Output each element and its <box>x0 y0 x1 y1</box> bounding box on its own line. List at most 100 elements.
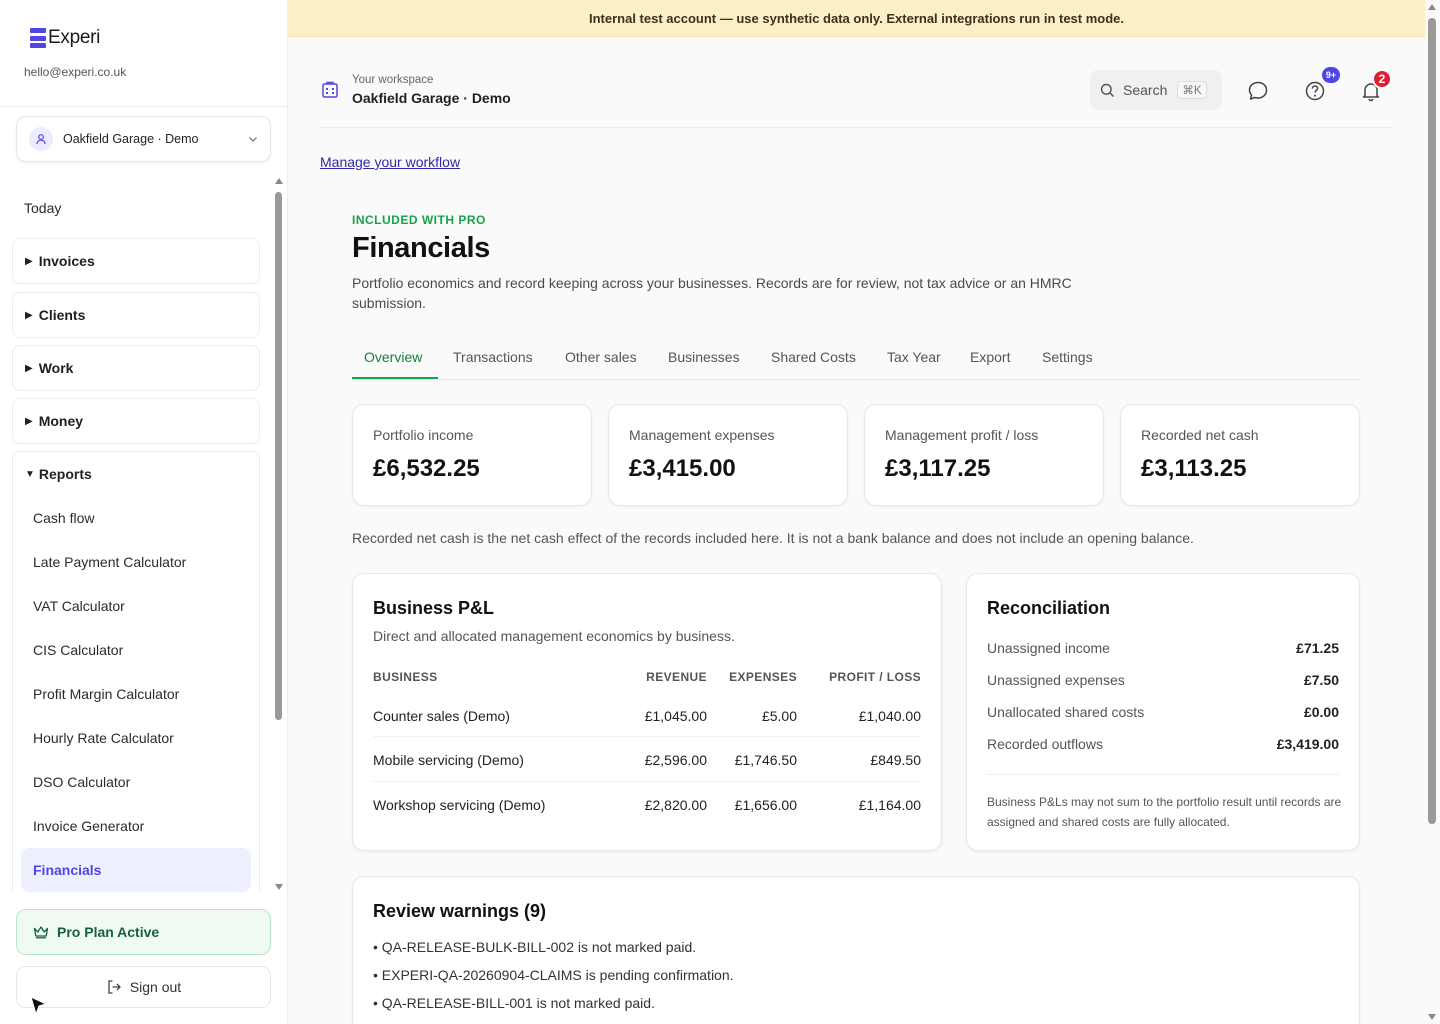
scroll-down-arrow-icon[interactable] <box>275 884 283 890</box>
page-title: Financials <box>352 232 490 264</box>
sidebar-divider <box>0 106 287 107</box>
triangle-right-icon: ▶ <box>25 362 33 374</box>
reconciliation-label: Recorded outflows <box>987 736 1103 752</box>
main-content: Internal test account — use synthetic da… <box>288 0 1425 1024</box>
reconciliation-label: Unassigned income <box>987 640 1110 656</box>
table-header-profit: PROFIT / LOSS <box>829 670 921 684</box>
tab-businesses[interactable]: Businesses <box>668 349 740 365</box>
crown-icon <box>33 926 49 939</box>
triangle-right-icon: ▶ <box>25 415 33 427</box>
sidebar-item-dso-calculator[interactable]: DSO Calculator <box>33 774 130 790</box>
scrollbar-thumb[interactable] <box>275 192 282 720</box>
sign-out-icon <box>108 980 121 994</box>
pro-plan-label: Pro Plan Active <box>57 924 160 940</box>
mouse-cursor-icon <box>30 996 48 1016</box>
sidebar-item-vat-calculator[interactable]: VAT Calculator <box>33 598 125 614</box>
sidebar-group-work[interactable]: ▶ Work <box>12 345 260 391</box>
chat-icon[interactable] <box>1247 80 1269 102</box>
help-icon[interactable] <box>1304 80 1326 102</box>
tab-other-sales[interactable]: Other sales <box>565 349 637 365</box>
account-email: hello@experi.co.uk <box>24 65 127 79</box>
cell-revenue: £2,820.00 <box>644 797 707 813</box>
warning-item: • QA-RELEASE-BULK-BILL-002 is not marked… <box>373 939 697 955</box>
search-label: Search <box>1123 82 1168 98</box>
kpi-card: Portfolio income £6,532.25 <box>352 404 592 506</box>
kpi-value: £3,117.25 <box>885 455 991 482</box>
row-divider <box>373 736 921 737</box>
brand-name: Experi <box>48 27 101 48</box>
sidebar-group-label: Reports <box>38 466 92 482</box>
triangle-right-icon: ▶ <box>25 309 33 321</box>
cell-business: Counter sales (Demo) <box>373 708 510 724</box>
sidebar-item-invoice-generator[interactable]: Invoice Generator <box>33 818 144 834</box>
sidebar-item-late-payment-calculator[interactable]: Late Payment Calculator <box>33 554 186 570</box>
review-warnings-card: Review warnings (9) • QA-RELEASE-BULK-BI… <box>352 876 1360 1024</box>
building-icon <box>322 81 338 98</box>
topbar: Your workspace Oakfield Garage · Demo Se… <box>320 60 1392 128</box>
sidebar-group-invoices[interactable]: ▶ Invoices <box>12 238 260 284</box>
financials-tabs: Overview Transactions Other sales Busine… <box>352 338 1360 380</box>
sidebar-item-profit-margin-calculator[interactable]: Profit Margin Calculator <box>33 686 179 702</box>
kpi-card: Management expenses £3,415.00 <box>608 404 848 506</box>
reconciliation-value: £3,419.00 <box>1276 736 1339 752</box>
sidebar-group-label: Invoices <box>38 253 95 269</box>
page-scrollbar[interactable] <box>1425 0 1440 1024</box>
cell-business: Workshop servicing (Demo) <box>373 797 546 813</box>
tab-tax-year[interactable]: Tax Year <box>887 349 941 365</box>
sidebar-item-cash-flow[interactable]: Cash flow <box>33 510 94 526</box>
tab-export[interactable]: Export <box>970 349 1010 365</box>
reconciliation-value: £71.25 <box>1296 640 1339 656</box>
sidebar-scrollbar[interactable] <box>274 178 284 890</box>
sidebar-group-label: Clients <box>38 307 86 323</box>
search-button[interactable]: Search ⌘K <box>1090 70 1222 110</box>
manage-workflow-link[interactable]: Manage your workflow <box>320 154 460 170</box>
scrollbar-thumb[interactable] <box>1428 18 1436 824</box>
row-divider <box>373 781 921 782</box>
sidebar-item-cis-calculator[interactable]: CIS Calculator <box>33 642 123 658</box>
active-tab-indicator <box>352 377 438 379</box>
scroll-up-arrow-icon[interactable] <box>275 178 283 184</box>
tab-transactions[interactable]: Transactions <box>453 349 533 365</box>
cell-expenses: £5.00 <box>761 708 797 724</box>
sidebar-item-financials-label: Financials <box>33 862 102 878</box>
plan-eyebrow: INCLUDED WITH PRO <box>352 213 486 227</box>
sign-out-label: Sign out <box>129 979 182 995</box>
scroll-down-arrow-icon[interactable] <box>1428 1014 1436 1020</box>
pro-plan-button[interactable]: Pro Plan Active <box>16 909 271 955</box>
brand[interactable]: Experi <box>30 27 100 49</box>
scroll-up-arrow-icon[interactable] <box>1428 4 1436 10</box>
net-cash-note: Recorded net cash is the net cash effect… <box>352 530 1194 546</box>
sidebar-item-today[interactable]: Today <box>24 200 61 216</box>
sidebar-nav: Today ▶ Invoices ▶ Clients ▶ Work ▶ Mone… <box>0 180 287 892</box>
search-icon <box>1100 83 1114 97</box>
cell-business: Mobile servicing (Demo) <box>373 752 524 768</box>
sidebar-group-reports: ▼ Reports Cash flow Late Payment Calcula… <box>12 451 260 892</box>
tab-settings[interactable]: Settings <box>1042 349 1093 365</box>
kpi-card: Recorded net cash £3,113.25 <box>1120 404 1360 506</box>
table-header-expenses: EXPENSES <box>729 670 797 684</box>
workspace-select[interactable]: Oakfield Garage · Demo <box>16 116 271 162</box>
sidebar-group-reports-toggle[interactable]: ▼ Reports <box>25 466 92 482</box>
workspace-name: Oakfield Garage · Demo <box>352 90 511 106</box>
sign-out-button[interactable]: Sign out <box>16 966 271 1008</box>
reconciliation-value: £0.00 <box>1303 704 1339 720</box>
kpi-label: Portfolio income <box>373 427 474 443</box>
sidebar-group-money[interactable]: ▶ Money <box>12 398 260 444</box>
kpi-card: Management profit / loss £3,117.25 <box>864 404 1104 506</box>
tab-overview[interactable]: Overview <box>364 349 422 365</box>
cell-revenue: £2,596.00 <box>644 752 707 768</box>
banner-text: Internal test account — use synthetic da… <box>588 10 1125 26</box>
card-subtitle: Direct and allocated management economic… <box>373 628 735 644</box>
cell-expenses: £1,656.00 <box>734 797 797 813</box>
sidebar-group-clients[interactable]: ▶ Clients <box>12 292 260 338</box>
help-badge: 9+ <box>1322 67 1340 83</box>
search-shortcut: ⌘K <box>1177 81 1207 99</box>
chevron-down-icon <box>249 137 257 142</box>
tab-shared-costs[interactable]: Shared Costs <box>771 349 856 365</box>
warning-item: • EXPERI-QA-20260904-CLAIMS is pending c… <box>373 967 734 983</box>
triangle-down-icon: ▼ <box>25 468 35 480</box>
sidebar-group-label: Work <box>38 360 74 376</box>
cell-profit: £849.50 <box>870 752 921 768</box>
sidebar-group-label: Money <box>38 413 84 429</box>
sidebar-item-hourly-rate-calculator[interactable]: Hourly Rate Calculator <box>33 730 174 746</box>
